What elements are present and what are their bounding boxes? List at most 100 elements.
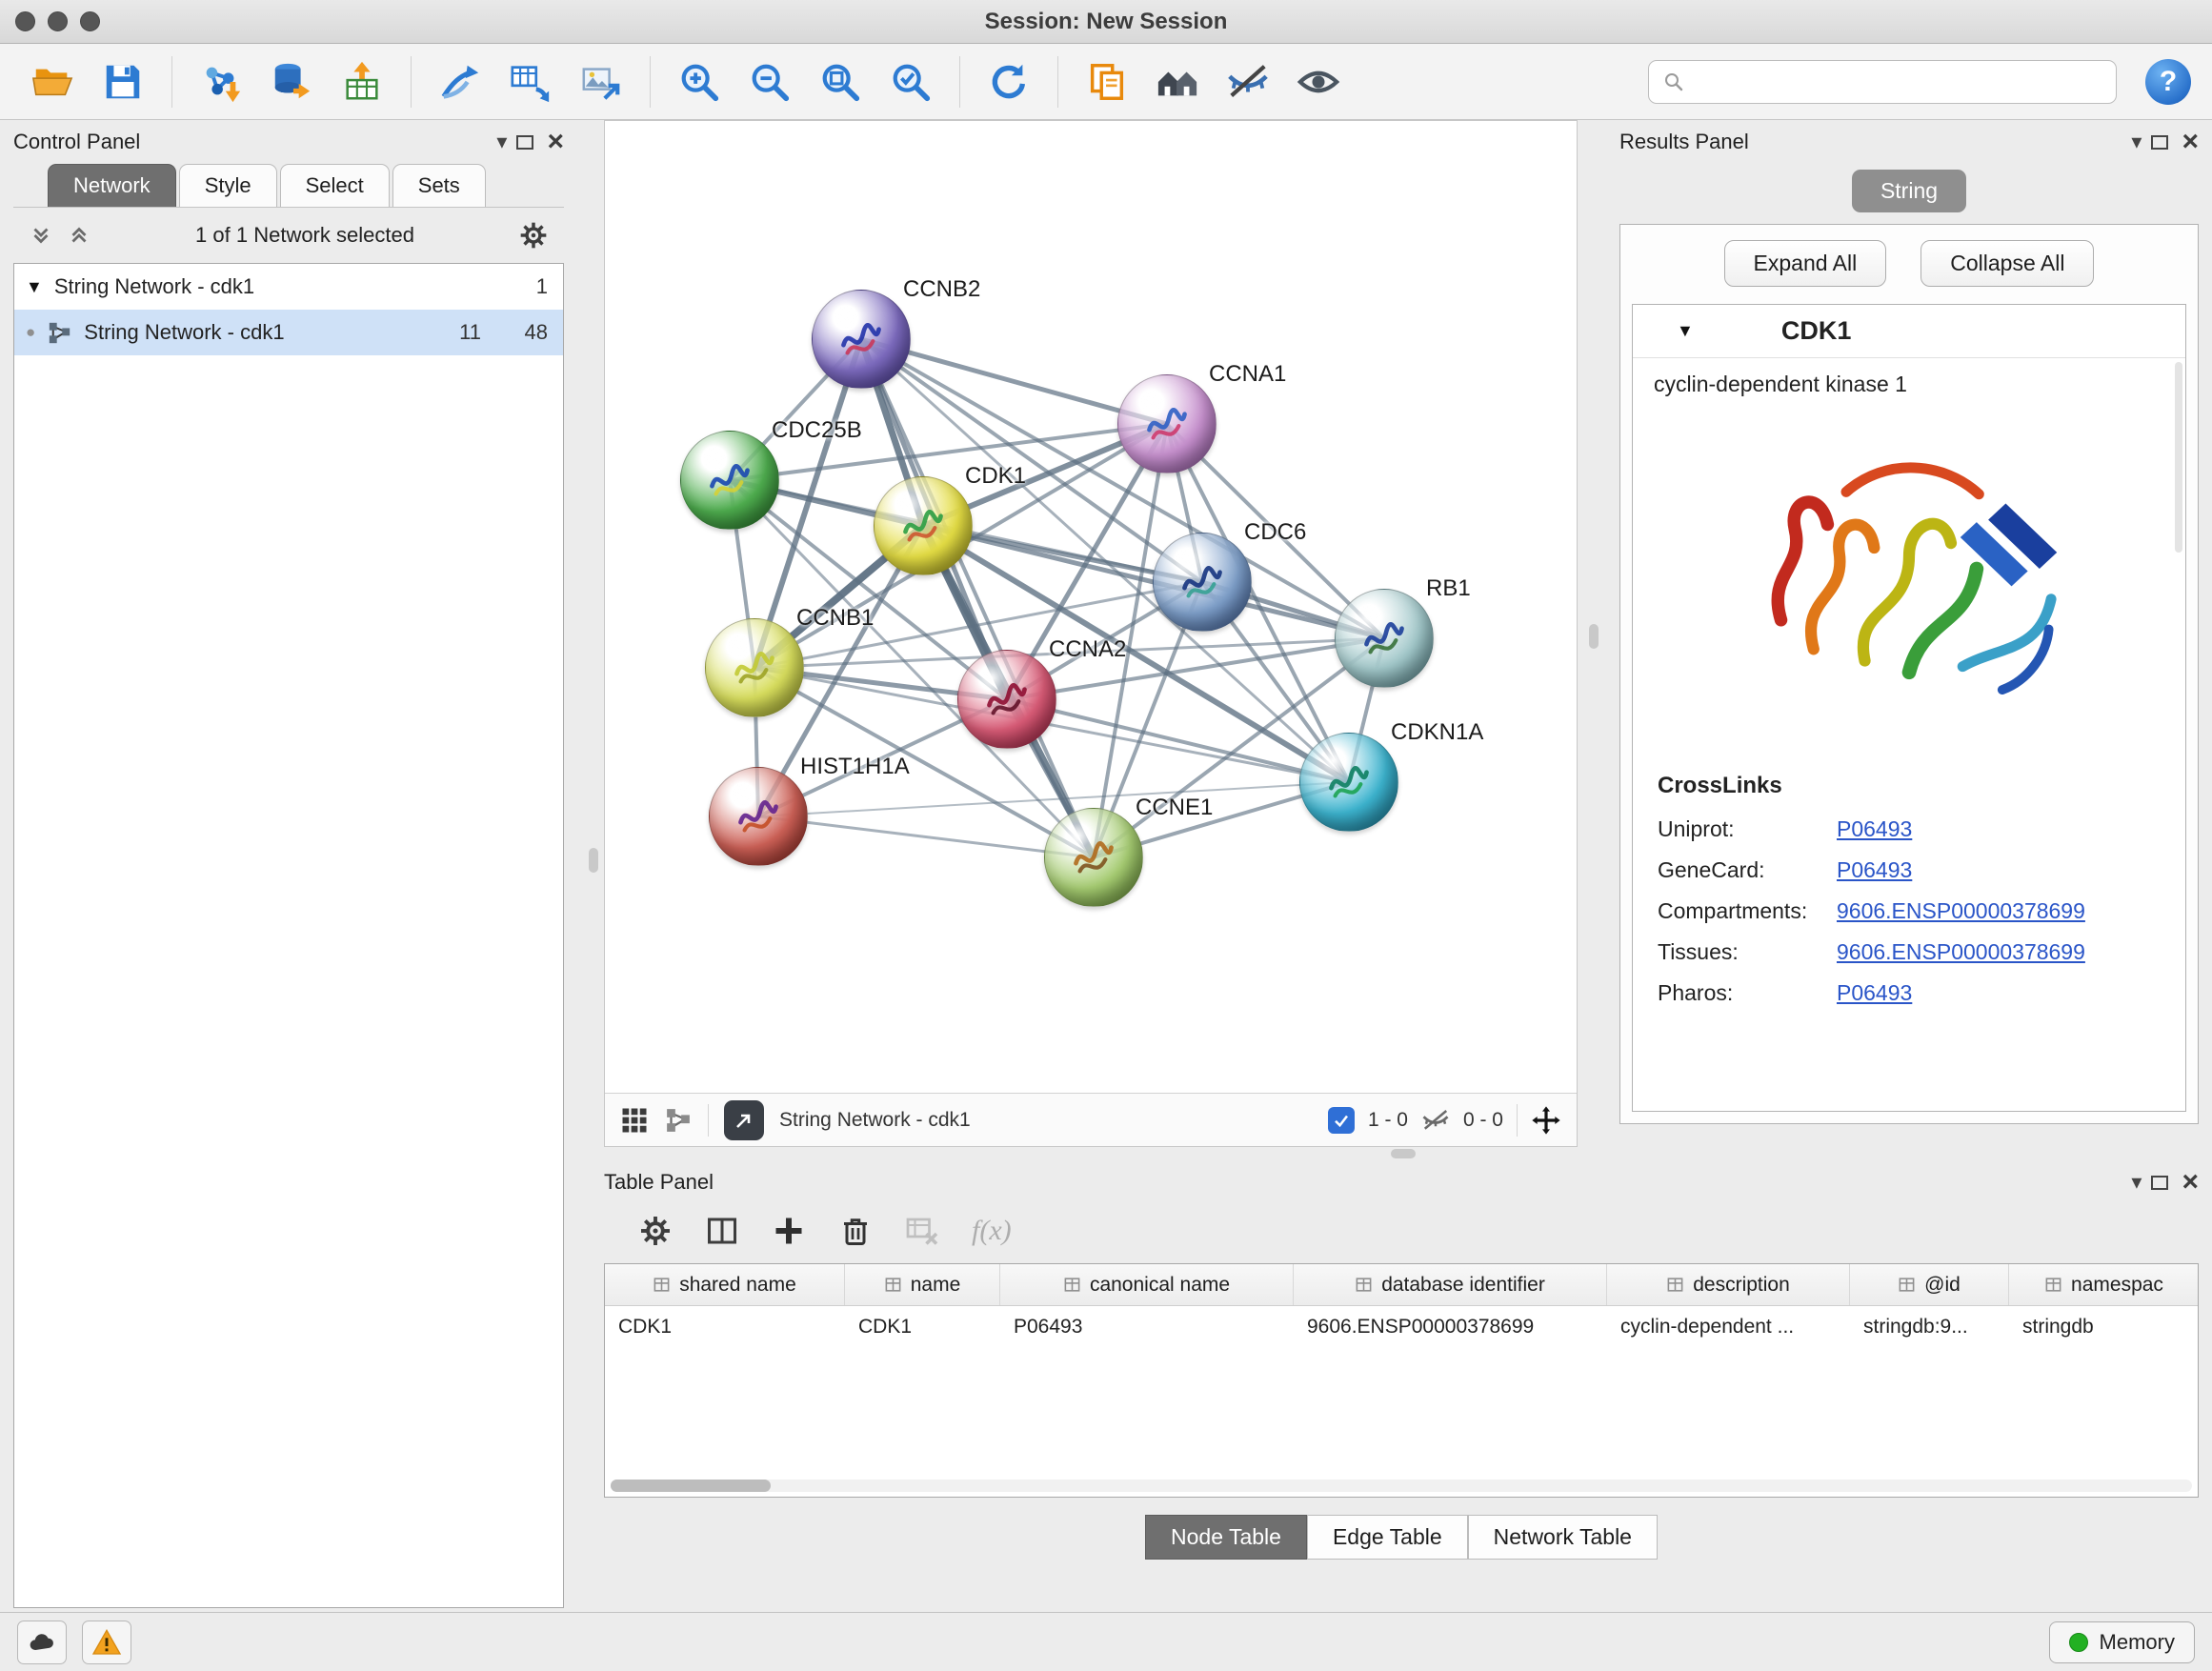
network-node-rb1[interactable] bbox=[1335, 589, 1434, 688]
table-cell[interactable]: stringdb:9... bbox=[1850, 1306, 2009, 1348]
help-button[interactable]: ? bbox=[2145, 59, 2191, 105]
import-network-file-button[interactable] bbox=[190, 51, 252, 112]
table-horizontal-scrollbar[interactable] bbox=[611, 1480, 2192, 1492]
network-overview-icon[interactable] bbox=[664, 1106, 693, 1135]
zoom-fit-button[interactable] bbox=[809, 51, 872, 112]
zoom-in-button[interactable] bbox=[668, 51, 731, 112]
column-header-description[interactable]: description bbox=[1607, 1264, 1850, 1305]
network-node-ccna1[interactable] bbox=[1117, 374, 1217, 473]
import-table-button[interactable] bbox=[331, 51, 393, 112]
cloud-status-button[interactable] bbox=[17, 1621, 67, 1664]
panel-close-icon[interactable]: × bbox=[2182, 128, 2199, 156]
gear-icon[interactable] bbox=[518, 220, 549, 251]
expand-all-button[interactable]: Expand All bbox=[1724, 240, 1887, 287]
function-builder-button[interactable]: f(x) bbox=[972, 1215, 1012, 1247]
tab-string[interactable]: String bbox=[1852, 170, 1966, 212]
zoom-out-button[interactable] bbox=[738, 51, 801, 112]
section-collapse-icon[interactable]: ▼ bbox=[1677, 321, 1694, 341]
network-node-cdkn1a[interactable] bbox=[1299, 733, 1398, 832]
tab-edge-table[interactable]: Edge Table bbox=[1307, 1515, 1468, 1560]
show-eye-button[interactable] bbox=[1287, 51, 1350, 112]
collapse-all-button[interactable]: Collapse All bbox=[1920, 240, 2094, 287]
network-node-ccnb1[interactable] bbox=[705, 618, 804, 717]
network-canvas[interactable]: CCNB2CCNA1CDC25BCDK1CDC6RB1CCNB1CCNA2CDK… bbox=[605, 121, 1577, 1093]
panel-float-icon[interactable] bbox=[2151, 135, 2168, 150]
panel-float-chevron-icon[interactable]: ▾ bbox=[2131, 131, 2142, 152]
crosslink-link[interactable]: P06493 bbox=[1837, 980, 1912, 1006]
show-columns-icon[interactable] bbox=[705, 1214, 739, 1248]
search-input[interactable] bbox=[1695, 70, 2102, 93]
window-close-button[interactable] bbox=[15, 11, 35, 31]
detach-view-button[interactable] bbox=[724, 1100, 764, 1140]
network-from-table-button[interactable] bbox=[499, 51, 562, 112]
new-network-button[interactable] bbox=[429, 51, 492, 112]
panel-close-icon[interactable]: × bbox=[547, 128, 564, 156]
crosslink-link[interactable]: 9606.ENSP00000378699 bbox=[1837, 939, 2085, 965]
network-node-cdc6[interactable] bbox=[1153, 533, 1252, 632]
network-node-hist1h1a[interactable] bbox=[709, 767, 808, 866]
splitter-handle[interactable] bbox=[1589, 624, 1599, 649]
column-header-canonical-name[interactable]: canonical name bbox=[1000, 1264, 1294, 1305]
table-cell[interactable]: stringdb bbox=[2009, 1306, 2199, 1348]
results-scrollbar[interactable] bbox=[2175, 362, 2182, 553]
table-settings-gear-icon[interactable] bbox=[638, 1214, 673, 1248]
tab-network-table[interactable]: Network Table bbox=[1468, 1515, 1658, 1560]
pan-crosshair-icon[interactable] bbox=[1531, 1105, 1561, 1136]
hide-glasses-button[interactable] bbox=[1217, 51, 1279, 112]
table-cell[interactable]: 9606.ENSP00000378699 bbox=[1294, 1306, 1607, 1348]
protein-section-header[interactable]: ▼ CDK1 bbox=[1633, 305, 2185, 358]
network-node-cdc25b[interactable] bbox=[680, 431, 779, 530]
open-session-button[interactable] bbox=[21, 51, 84, 112]
network-node-ccnb2[interactable] bbox=[812, 290, 911, 389]
panel-float-chevron-icon[interactable]: ▾ bbox=[496, 131, 507, 152]
column-header-database-identifier[interactable]: database identifier bbox=[1294, 1264, 1607, 1305]
tab-style[interactable]: Style bbox=[179, 164, 277, 207]
tab-network[interactable]: Network bbox=[48, 164, 176, 207]
window-minimize-button[interactable] bbox=[48, 11, 68, 31]
memory-button[interactable]: Memory bbox=[2049, 1621, 2195, 1663]
network-node-ccna2[interactable] bbox=[957, 650, 1056, 749]
table-cell[interactable]: CDK1 bbox=[605, 1306, 845, 1348]
expand-all-icon[interactable] bbox=[67, 223, 91, 248]
delete-column-trash-icon[interactable] bbox=[838, 1214, 873, 1248]
network-collection-row[interactable]: ▼ String Network - cdk1 1 bbox=[14, 264, 563, 310]
export-image-button[interactable] bbox=[570, 51, 633, 112]
network-node-ccne1[interactable] bbox=[1044, 808, 1143, 907]
column-header-name[interactable]: name bbox=[845, 1264, 1000, 1305]
splitter-handle[interactable] bbox=[589, 848, 598, 873]
network-node-cdk1[interactable] bbox=[874, 476, 973, 575]
crosslink-link[interactable]: P06493 bbox=[1837, 857, 1912, 883]
selected-checkbox[interactable] bbox=[1328, 1107, 1355, 1134]
table-cell[interactable]: cyclin-dependent ... bbox=[1607, 1306, 1850, 1348]
crosslink-link[interactable]: 9606.ENSP00000378699 bbox=[1837, 898, 2085, 924]
tree-expand-icon[interactable]: ▼ bbox=[26, 277, 43, 297]
hidden-eye-slash-icon[interactable] bbox=[1421, 1106, 1450, 1135]
panel-float-chevron-icon[interactable]: ▾ bbox=[2131, 1172, 2142, 1193]
import-network-database-button[interactable] bbox=[260, 51, 323, 112]
table-cell[interactable]: P06493 bbox=[1000, 1306, 1294, 1348]
crosslink-link[interactable]: P06493 bbox=[1837, 816, 1912, 842]
refresh-button[interactable] bbox=[977, 51, 1040, 112]
column-header-namespac[interactable]: namespac bbox=[2009, 1264, 2199, 1305]
duplicate-page-button[interactable] bbox=[1076, 51, 1138, 112]
tab-node-table[interactable]: Node Table bbox=[1145, 1515, 1307, 1560]
zoom-selected-button[interactable] bbox=[879, 51, 942, 112]
save-session-button[interactable] bbox=[91, 51, 154, 112]
warnings-button[interactable] bbox=[82, 1621, 131, 1664]
add-column-plus-icon[interactable] bbox=[772, 1214, 806, 1248]
window-zoom-button[interactable] bbox=[80, 11, 100, 31]
panel-close-icon[interactable]: × bbox=[2182, 1168, 2199, 1197]
grid-view-icon[interactable] bbox=[620, 1106, 649, 1135]
home-button[interactable] bbox=[1146, 51, 1209, 112]
tab-sets[interactable]: Sets bbox=[392, 164, 486, 207]
panel-float-icon[interactable] bbox=[516, 135, 533, 150]
tab-select[interactable]: Select bbox=[280, 164, 390, 207]
table-row[interactable]: CDK1CDK1P064939606.ENSP00000378699cyclin… bbox=[605, 1306, 2198, 1348]
table-cell[interactable]: CDK1 bbox=[845, 1306, 1000, 1348]
delete-table-icon-disabled[interactable] bbox=[905, 1214, 939, 1248]
scrollbar-thumb[interactable] bbox=[611, 1480, 771, 1492]
splitter-handle[interactable] bbox=[1391, 1149, 1416, 1158]
panel-float-icon[interactable] bbox=[2151, 1176, 2168, 1190]
column-header-shared-name[interactable]: shared name bbox=[605, 1264, 845, 1305]
network-edge[interactable] bbox=[758, 816, 1094, 857]
